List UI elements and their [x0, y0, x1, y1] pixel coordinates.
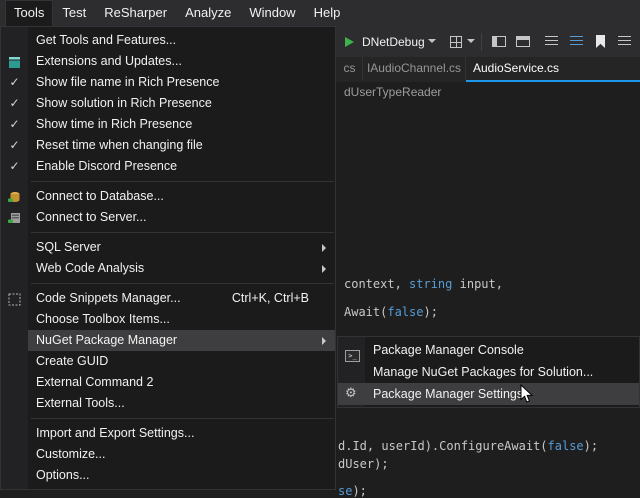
new-window-icon[interactable]	[492, 36, 506, 47]
menu-item-customize[interactable]: Customize...	[1, 444, 335, 465]
chevron-down-icon[interactable]	[428, 39, 436, 43]
toolbar-separator	[481, 33, 482, 51]
code-line: dUser);	[338, 457, 389, 471]
nuget-package-manager-submenu: >_ Package Manager Console Manage NuGet …	[337, 336, 640, 408]
checkmark-icon: ✓	[1, 93, 28, 114]
menu-item-connect-to-database[interactable]: Connect to Database...	[1, 186, 335, 207]
build-grid-icon[interactable]	[450, 36, 462, 48]
menu-item-create-guid[interactable]: Create GUID	[1, 351, 335, 372]
menubar-item-test[interactable]: Test	[53, 0, 95, 26]
menu-item-external-command-2[interactable]: External Command 2	[1, 372, 335, 393]
menubar-item-window[interactable]: Window	[240, 0, 304, 26]
menu-separator	[31, 283, 334, 284]
menu-separator	[31, 418, 334, 419]
menu-item-import-export-settings[interactable]: Import and Export Settings...	[1, 423, 335, 444]
submenu-item-package-manager-console[interactable]: >_ Package Manager Console	[338, 339, 639, 361]
menu-item-show-time[interactable]: ✓Show time in Rich Presence	[1, 114, 335, 135]
menu-item-show-solution[interactable]: ✓Show solution in Rich Presence	[1, 93, 335, 114]
menubar-item-tools[interactable]: Tools	[5, 0, 53, 26]
checkmark-icon: ✓	[1, 114, 28, 135]
menu-item-sql-server[interactable]: SQL Server	[1, 237, 335, 258]
shortcut-label: Ctrl+K, Ctrl+B	[232, 288, 309, 309]
tools-menu: Get Tools and Features... Extensions and…	[0, 26, 336, 490]
submenu-item-package-manager-settings[interactable]: ⚙ Package Manager Settings	[338, 383, 639, 405]
server-icon	[8, 211, 21, 232]
menu-item-get-tools-and-features[interactable]: Get Tools and Features...	[1, 30, 335, 51]
menubar-item-analyze[interactable]: Analyze	[176, 0, 240, 26]
code-line: d.Id, userId).ConfigureAwait(false);	[338, 439, 598, 453]
code-line: Await(false);	[344, 305, 438, 319]
tab-partial[interactable]: cs	[337, 57, 363, 80]
menu-item-reset-time[interactable]: ✓Reset time when changing file	[1, 135, 335, 156]
gear-icon: ⚙	[345, 387, 357, 400]
menubar-item-help[interactable]: Help	[305, 0, 350, 26]
submenu-arrow-icon	[322, 244, 326, 252]
chevron-down-icon[interactable]	[467, 39, 475, 43]
split-window-icon[interactable]	[516, 36, 530, 47]
menu-item-options[interactable]: Options...	[1, 465, 335, 486]
tab-audioservice[interactable]: AudioService.cs	[466, 57, 566, 80]
code-line: context, string input,	[344, 277, 503, 291]
mouse-cursor	[520, 384, 534, 409]
menu-item-external-tools[interactable]: External Tools...	[1, 393, 335, 414]
menubar-item-resharper[interactable]: ReSharper	[95, 0, 176, 26]
menu-separator	[31, 181, 334, 182]
checkmark-icon: ✓	[1, 72, 28, 93]
menu-bar: Tools Test ReSharper Analyze Window Help	[0, 0, 640, 26]
menu-item-nuget-package-manager[interactable]: NuGet Package Manager	[1, 330, 335, 351]
submenu-arrow-icon	[322, 265, 326, 273]
comment-icon[interactable]	[618, 36, 631, 47]
submenu-item-manage-nuget-packages[interactable]: Manage NuGet Packages for Solution...	[338, 361, 639, 383]
menu-separator	[31, 232, 334, 233]
indent-icon[interactable]	[570, 36, 583, 47]
checkmark-icon: ✓	[1, 135, 28, 156]
menu-item-enable-discord-presence[interactable]: ✓Enable Discord Presence	[1, 156, 335, 177]
bookmark-icon[interactable]	[596, 35, 605, 48]
checkmark-icon: ✓	[1, 156, 28, 177]
run-config-label[interactable]: DNetDebug	[362, 34, 425, 50]
menu-item-code-snippets-manager[interactable]: Code Snippets Manager... Ctrl+K, Ctrl+B	[1, 288, 335, 309]
outdent-icon[interactable]	[545, 36, 558, 47]
submenu-arrow-icon	[322, 337, 326, 345]
tab-iaudiochannel[interactable]: IAudioChannel.cs	[363, 57, 466, 80]
play-icon[interactable]	[345, 37, 354, 47]
menu-item-connect-to-server[interactable]: Connect to Server...	[1, 207, 335, 228]
menu-item-show-file-name[interactable]: ✓Show file name in Rich Presence	[1, 72, 335, 93]
menu-item-web-code-analysis[interactable]: Web Code Analysis	[1, 258, 335, 279]
menu-item-choose-toolbox-items[interactable]: Choose Toolbox Items...	[1, 309, 335, 330]
menu-item-extensions-and-updates[interactable]: Extensions and Updates...	[1, 51, 335, 72]
code-line: se);	[338, 484, 367, 498]
breadcrumb-type[interactable]: dUserTypeReader	[344, 82, 441, 102]
